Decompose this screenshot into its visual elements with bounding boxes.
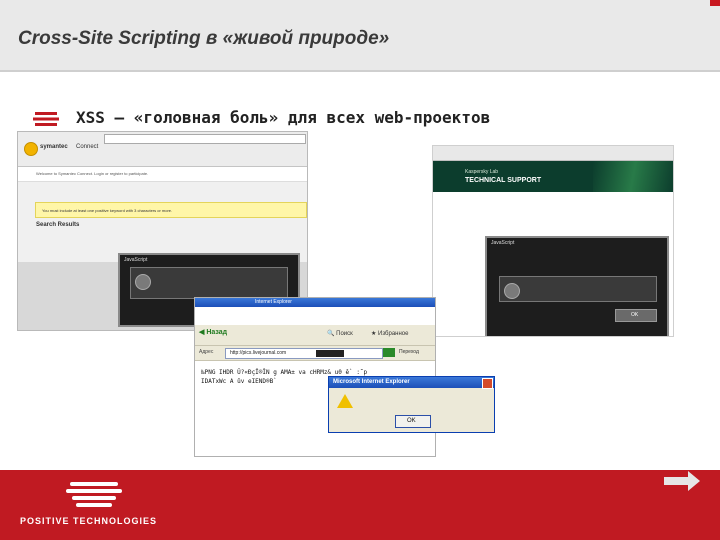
address-value: http://pics.livejournal.com [230,350,287,356]
slide-title-bar: Cross-Site Scripting в «живой природе» [0,0,720,72]
favorites-button[interactable]: ★ Избранное [371,330,408,337]
alert-ok-button[interactable]: OK [395,415,431,428]
address-bar [433,146,673,161]
page-body: You must include at least one positive k… [18,182,307,262]
symantec-logo-icon [24,142,38,156]
ie-toolbar: ◀ Назад 🔍 Поиск ★ Избранное [195,325,435,346]
ok-label: OK [407,418,416,424]
browser-chrome: symantec Connect [18,132,307,167]
globe-icon [504,283,520,299]
redaction-block [316,350,344,357]
alert-title: Microsoft Internet Explorer [333,379,410,385]
dialog-title: JavaScript [124,257,148,263]
back-button[interactable]: ◀ Назад [199,328,227,336]
window-titlebar: Internet Explorer [195,298,435,307]
kaspersky-screenshot: Kaspersky Lab TECHNICAL SUPPORT JavaScri… [432,145,674,337]
window-title: Internet Explorer [255,299,292,305]
welcome-bar: Welcome to Symantec Connect. Login or re… [18,167,307,182]
alert-titlebar: Microsoft Internet Explorer [329,377,494,389]
ok-label: OK [631,312,639,318]
warning-banner: You must include at least one positive k… [35,202,307,218]
title-corner-accent [710,0,720,6]
dialog-message-box [499,276,657,302]
ie-alert-dialog: Microsoft Internet Explorer OK [328,376,495,433]
logo-text: POSITIVE TECHNOLOGIES [20,516,158,526]
banner-decoration [593,161,673,192]
javascript-dialog: JavaScript OK [485,236,669,336]
logo-mark-icon [66,480,126,512]
search-results-heading: Search Results [36,222,80,228]
address-row: Адрес http://pics.livejournal.com Перехо… [195,346,435,361]
positive-technologies-logo: POSITIVE TECHNOLOGIES [20,480,185,530]
globe-icon [135,274,151,290]
dialog-title: JavaScript [491,240,515,246]
dialog-message-box [130,267,288,299]
brand-label: symantec [40,144,68,150]
address-label: Адрес [199,349,214,355]
search-button[interactable]: 🔍 Поиск [327,330,353,337]
next-slide-arrow-icon[interactable] [662,470,702,492]
kaspersky-banner: Kaspersky Lab TECHNICAL SUPPORT [433,161,673,192]
back-label: Назад [206,329,228,336]
warning-text: You must include at least one positive k… [42,208,173,213]
slide-title: Cross-Site Scripting в «живой природе» [18,28,390,49]
go-label: Переход [399,349,419,355]
address-bar [104,134,306,144]
welcome-text: Welcome to Symantec Connect. Login or re… [36,171,149,176]
dialog-ok-button[interactable]: OK [615,309,657,322]
warning-icon [337,394,353,408]
bullet-stripes-icon [33,112,59,126]
go-arrow-icon[interactable] [383,348,395,357]
brand-big: TECHNICAL SUPPORT [465,177,542,184]
brand-small: Kaspersky Lab [465,169,499,175]
close-icon[interactable] [482,378,493,389]
address-input[interactable]: http://pics.livejournal.com [225,348,383,359]
favorites-label: Избранное [378,331,409,337]
bullet-text: XSS – «головная боль» для всех web-проек… [76,108,491,127]
search-label: Поиск [336,331,353,337]
connect-label: Connect [76,144,99,150]
